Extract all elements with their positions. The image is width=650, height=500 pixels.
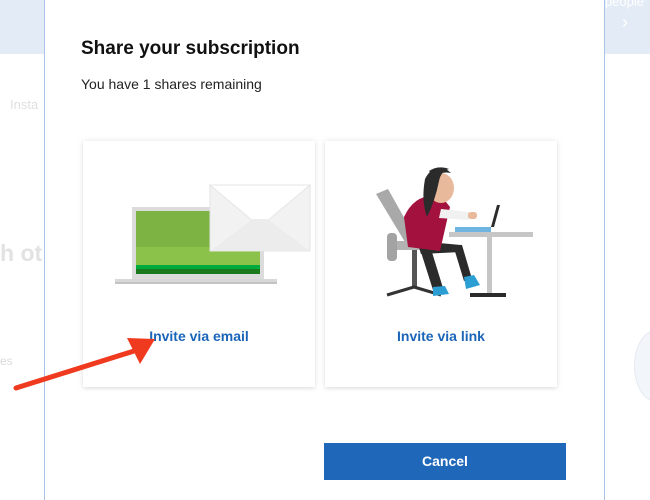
person-at-laptop-illustration bbox=[376, 167, 533, 297]
laptop-envelope-illustration bbox=[115, 184, 312, 284]
background-people-text: people bbox=[604, 0, 644, 9]
invite-via-email-card[interactable]: Invite via email bbox=[83, 141, 315, 387]
cancel-button[interactable]: Cancel bbox=[324, 443, 566, 480]
background-avatar bbox=[634, 330, 650, 402]
invite-via-link-card[interactable]: Invite via link bbox=[325, 141, 557, 387]
invite-via-link-link[interactable]: Invite via link bbox=[325, 328, 557, 344]
dialog-title: Share your subscription bbox=[81, 38, 300, 59]
background-insta-text: Insta bbox=[10, 97, 39, 112]
chevron-right-icon: › bbox=[622, 12, 628, 32]
background-list-text: es bbox=[0, 354, 13, 368]
background-heading-text: h ot bbox=[0, 240, 43, 266]
invite-via-email-link[interactable]: Invite via email bbox=[83, 328, 315, 344]
share-subscription-dialog: Share your subscription You have 1 share… bbox=[44, 0, 605, 500]
shares-remaining-text: You have 1 shares remaining bbox=[81, 76, 262, 92]
